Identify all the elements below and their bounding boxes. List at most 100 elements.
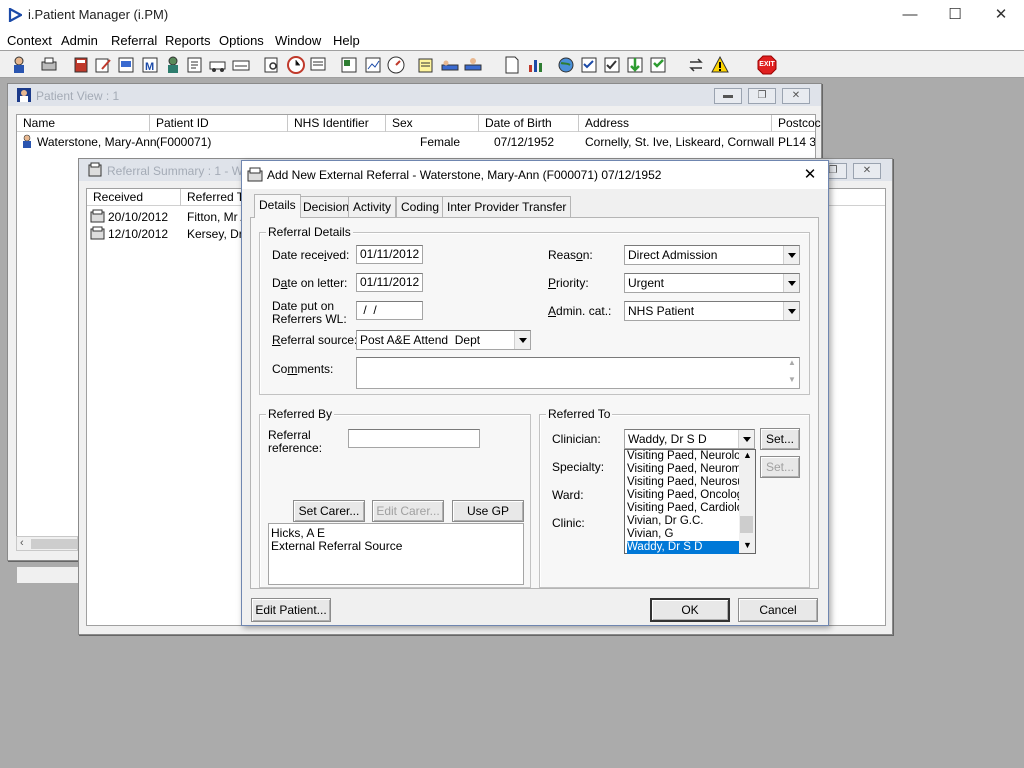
cancel-button[interactable]: Cancel [738, 598, 818, 622]
date-on-letter-input[interactable]: 01/11/2012 [356, 273, 423, 292]
dropdown-item-selected[interactable]: Waddy, Dr S D [627, 541, 739, 554]
search-doc-icon[interactable] [262, 55, 282, 75]
date-received-input[interactable]: 01/11/2012 [356, 245, 423, 264]
dropdown-item[interactable]: Visiting Paed, Neuromu [627, 463, 739, 476]
comments-textarea[interactable] [356, 357, 800, 389]
notes-icon[interactable] [185, 55, 205, 75]
set-carer-button[interactable]: Set Carer... [293, 500, 365, 522]
scrollbar-thumb[interactable] [740, 516, 753, 533]
referrer-info-box[interactable]: Hicks, A E External Referral Source [268, 523, 524, 585]
dropdown-item[interactable]: Vivian, Dr G.C. [627, 515, 739, 528]
menu-options[interactable]: Options [219, 33, 264, 48]
folder-icon[interactable] [416, 55, 436, 75]
patient-hscrollbar[interactable]: ‹ [16, 536, 78, 551]
column-postcode[interactable]: Postcoc [772, 115, 821, 132]
tab-activity[interactable]: Activity [348, 196, 397, 217]
referral-summary-close-button[interactable]: ✕ [853, 163, 881, 179]
patient-row[interactable]: Waterstone, Mary-Ann (F000071) Female 07… [17, 133, 815, 150]
swap-icon[interactable] [686, 55, 706, 75]
page-icon[interactable] [502, 55, 522, 75]
patient-search-icon[interactable] [9, 55, 29, 75]
bed-icon[interactable] [440, 55, 460, 75]
printer-icon[interactable] [39, 55, 59, 75]
green-check-icon[interactable] [625, 55, 645, 75]
bar-chart-icon[interactable] [526, 55, 546, 75]
referral-source-select[interactable]: Post A&E Attend Dept [356, 330, 531, 350]
dropdown-item[interactable]: Visiting Paed, Neurologi [627, 450, 739, 463]
referral-edit-icon[interactable] [93, 55, 113, 75]
checklist-icon[interactable] [579, 55, 599, 75]
window-minimize-button[interactable]: — [887, 0, 933, 30]
person-icon[interactable] [163, 55, 183, 75]
menu-admin[interactable]: Admin [61, 33, 98, 48]
dropdown-scrollbar[interactable]: ▲ ▼ [739, 450, 755, 553]
edit-carer-button[interactable]: Edit Carer... [372, 500, 444, 522]
patient-view-close-button[interactable]: ✕ [782, 88, 810, 104]
scroll-up-icon[interactable]: ▲ [743, 450, 752, 460]
clinician-set-button[interactable]: Set... [760, 428, 800, 450]
scrollbar-thumb[interactable] [31, 539, 77, 549]
scroll-down-icon[interactable]: ▼ [743, 540, 752, 550]
warning-icon[interactable] [710, 55, 730, 75]
monitor-icon[interactable] [308, 55, 328, 75]
tab-decision[interactable]: Decision [298, 196, 355, 217]
chart-report-icon[interactable] [363, 55, 383, 75]
green-doc-icon[interactable] [648, 55, 668, 75]
clinician-select[interactable]: Waddy, Dr S D [624, 429, 755, 449]
ward-icon[interactable] [231, 55, 251, 75]
clock-icon[interactable] [286, 55, 306, 75]
column-nhs-identifier[interactable]: NHS Identifier [288, 115, 386, 132]
chevron-down-icon[interactable] [783, 302, 799, 320]
comments-scrollbar[interactable]: ▲ ▼ [785, 358, 799, 388]
menu-help[interactable]: Help [333, 33, 360, 48]
window-maximize-button[interactable]: ☐ [932, 0, 978, 30]
edit-patient-button[interactable]: Edit Patient... [251, 598, 331, 622]
transfer-icon[interactable] [463, 55, 483, 75]
clinician-dropdown-list[interactable]: Visiting Paed, Neurologi Visiting Paed, … [624, 449, 756, 554]
patient-view-restore-button[interactable]: ❐ [748, 88, 776, 104]
ok-button[interactable]: OK [650, 598, 730, 622]
check-doc-icon[interactable] [602, 55, 622, 75]
column-received[interactable]: Received [87, 189, 181, 206]
chevron-down-icon[interactable] [514, 331, 530, 349]
priority-select[interactable]: Urgent [624, 273, 800, 293]
column-address[interactable]: Address [579, 115, 772, 132]
referral-book-icon[interactable] [71, 55, 91, 75]
dropdown-item[interactable]: Visiting Paed, Oncology [627, 489, 739, 502]
tab-inter-provider-transfer[interactable]: Inter Provider Transfer [442, 196, 572, 217]
report-icon[interactable] [339, 55, 359, 75]
date-put-on-wl-input[interactable]: / / [356, 301, 423, 320]
reason-select[interactable]: Direct Admission [624, 245, 800, 265]
column-date-of-birth[interactable]: Date of Birth [479, 115, 579, 132]
mail-m-icon[interactable]: M [140, 55, 160, 75]
document-icon[interactable] [116, 55, 136, 75]
column-name[interactable]: Name [17, 115, 150, 132]
ambulance-icon[interactable] [208, 55, 228, 75]
menu-reports[interactable]: Reports [165, 33, 211, 48]
menu-context[interactable]: Context [7, 33, 52, 48]
dialog-close-button[interactable]: ✕ [798, 164, 822, 186]
dropdown-item[interactable]: Visiting Paed, Neurosur [627, 476, 739, 489]
menu-referral[interactable]: Referral [111, 33, 157, 48]
chevron-down-icon[interactable] [783, 274, 799, 292]
scroll-up-icon[interactable]: ▲ [788, 358, 796, 367]
menu-window[interactable]: Window [275, 33, 321, 48]
dropdown-item[interactable]: Visiting Paed, Cardiolog [627, 502, 739, 515]
tab-details[interactable]: Details [254, 194, 301, 218]
scroll-down-icon[interactable]: ▼ [788, 375, 796, 384]
patient-view-minimize-button[interactable]: ▬ [714, 88, 742, 104]
window-close-button[interactable]: ✕ [978, 0, 1024, 30]
column-sex[interactable]: Sex [386, 115, 479, 132]
globe-icon[interactable] [556, 55, 576, 75]
referral-reference-input[interactable] [348, 429, 480, 448]
chevron-down-icon[interactable] [783, 246, 799, 264]
tab-coding[interactable]: Coding [396, 196, 445, 217]
timer-icon[interactable] [386, 55, 406, 75]
exit-icon[interactable]: EXIT [757, 55, 777, 75]
chevron-down-icon[interactable] [738, 430, 754, 448]
specialty-set-button[interactable]: Set... [760, 456, 800, 478]
column-patient-id[interactable]: Patient ID [150, 115, 288, 132]
use-gp-button[interactable]: Use GP [452, 500, 524, 522]
scroll-left-arrow-icon[interactable]: ‹ [20, 537, 24, 549]
admin-cat-select[interactable]: NHS Patient [624, 301, 800, 321]
